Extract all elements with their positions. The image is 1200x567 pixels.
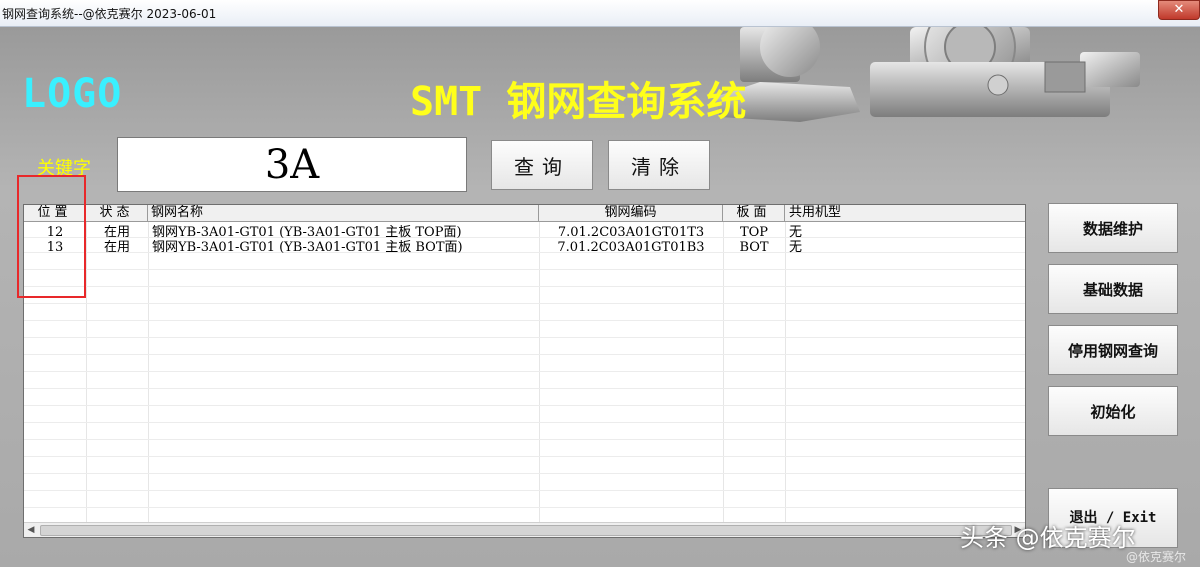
grid-line <box>785 222 786 523</box>
cell-status: 在用 <box>103 225 130 240</box>
highlight-box <box>17 175 86 298</box>
table-row[interactable]: 12 在用 钢网YB-3A01-GT01 (YB-3A01-GT01 主板 TO… <box>24 225 1025 240</box>
column-header-stencil-name[interactable]: 钢网名称 <box>148 205 539 221</box>
column-header-board-side[interactable]: 板面 <box>723 205 785 221</box>
grid-line <box>24 269 1025 270</box>
clear-button[interactable]: 清除 <box>608 140 710 190</box>
grid-line <box>24 422 1025 423</box>
grid-line <box>24 320 1025 321</box>
grid-line <box>24 456 1025 457</box>
cell-stencil-code: 7.01.2C03A01GT01T3 <box>557 225 705 240</box>
grid-line <box>24 405 1025 406</box>
window-title: 钢网查询系统--@依克赛尔 2023-06-01 <box>2 7 217 21</box>
grid-line <box>24 286 1025 287</box>
grid-line <box>723 222 724 523</box>
window-titlebar: 钢网查询系统--@依克赛尔 2023-06-01 ✕ <box>0 0 1200 27</box>
cell-stencil-name: 钢网YB-3A01-GT01 (YB-3A01-GT01 主板 TOP面) <box>152 225 462 240</box>
logo: LOGO <box>22 71 123 117</box>
watermark-small: @依克赛尔 <box>1126 550 1187 564</box>
cell-stencil-name: 钢网YB-3A01-GT01 (YB-3A01-GT01 主板 BOT面) <box>152 240 463 255</box>
horizontal-scrollbar[interactable]: ◀ ▶ <box>24 522 1025 537</box>
cell-stencil-code: 7.01.2C03A01GT01B3 <box>557 240 705 255</box>
column-header-shared-models[interactable]: 共用机型 <box>785 205 1025 221</box>
column-header-status[interactable]: 状态 <box>86 205 148 221</box>
grid-line <box>86 222 87 523</box>
scrollbar-thumb[interactable] <box>40 525 1012 536</box>
initialize-button[interactable]: 初始化 <box>1048 386 1178 436</box>
cell-shared-models: 无 <box>789 240 803 255</box>
grid-line <box>24 337 1025 338</box>
watermark: 头条 @依克赛尔 <box>960 524 1136 552</box>
cell-board-side: TOP <box>739 225 769 240</box>
column-header-stencil-code[interactable]: 钢网编码 <box>539 205 723 221</box>
table-header: 位置 状态 钢网名称 钢网编码 板面 共用机型 <box>24 205 1025 222</box>
grid-line <box>24 473 1025 474</box>
cell-shared-models: 无 <box>789 225 803 240</box>
grid-line <box>24 490 1025 491</box>
table-row[interactable]: 13 在用 钢网YB-3A01-GT01 (YB-3A01-GT01 主板 BO… <box>24 240 1025 255</box>
scroll-left-arrow-icon[interactable]: ◀ <box>24 524 38 536</box>
cell-status: 在用 <box>103 240 130 255</box>
machine-background-image <box>715 27 1140 122</box>
grid-line <box>148 222 149 523</box>
query-button[interactable]: 查询 <box>491 140 593 190</box>
stencil-table[interactable]: 位置 状态 钢网名称 钢网编码 板面 共用机型 12 在用 钢网YB-3A01-… <box>23 204 1026 538</box>
keyword-input[interactable] <box>117 137 467 192</box>
basic-data-button[interactable]: 基础数据 <box>1048 264 1178 314</box>
app-title: SMT 钢网查询系统 <box>410 79 747 125</box>
grid-line <box>24 507 1025 508</box>
grid-line <box>24 388 1025 389</box>
cell-board-side: BOT <box>739 240 769 255</box>
grid-line <box>539 222 540 523</box>
grid-line <box>24 303 1025 304</box>
disabled-stencil-query-button[interactable]: 停用钢网查询 <box>1048 325 1178 375</box>
window-close-button[interactable]: ✕ <box>1158 0 1200 20</box>
grid-line <box>24 439 1025 440</box>
grid-line <box>24 371 1025 372</box>
grid-line <box>24 354 1025 355</box>
data-maintenance-button[interactable]: 数据维护 <box>1048 203 1178 253</box>
